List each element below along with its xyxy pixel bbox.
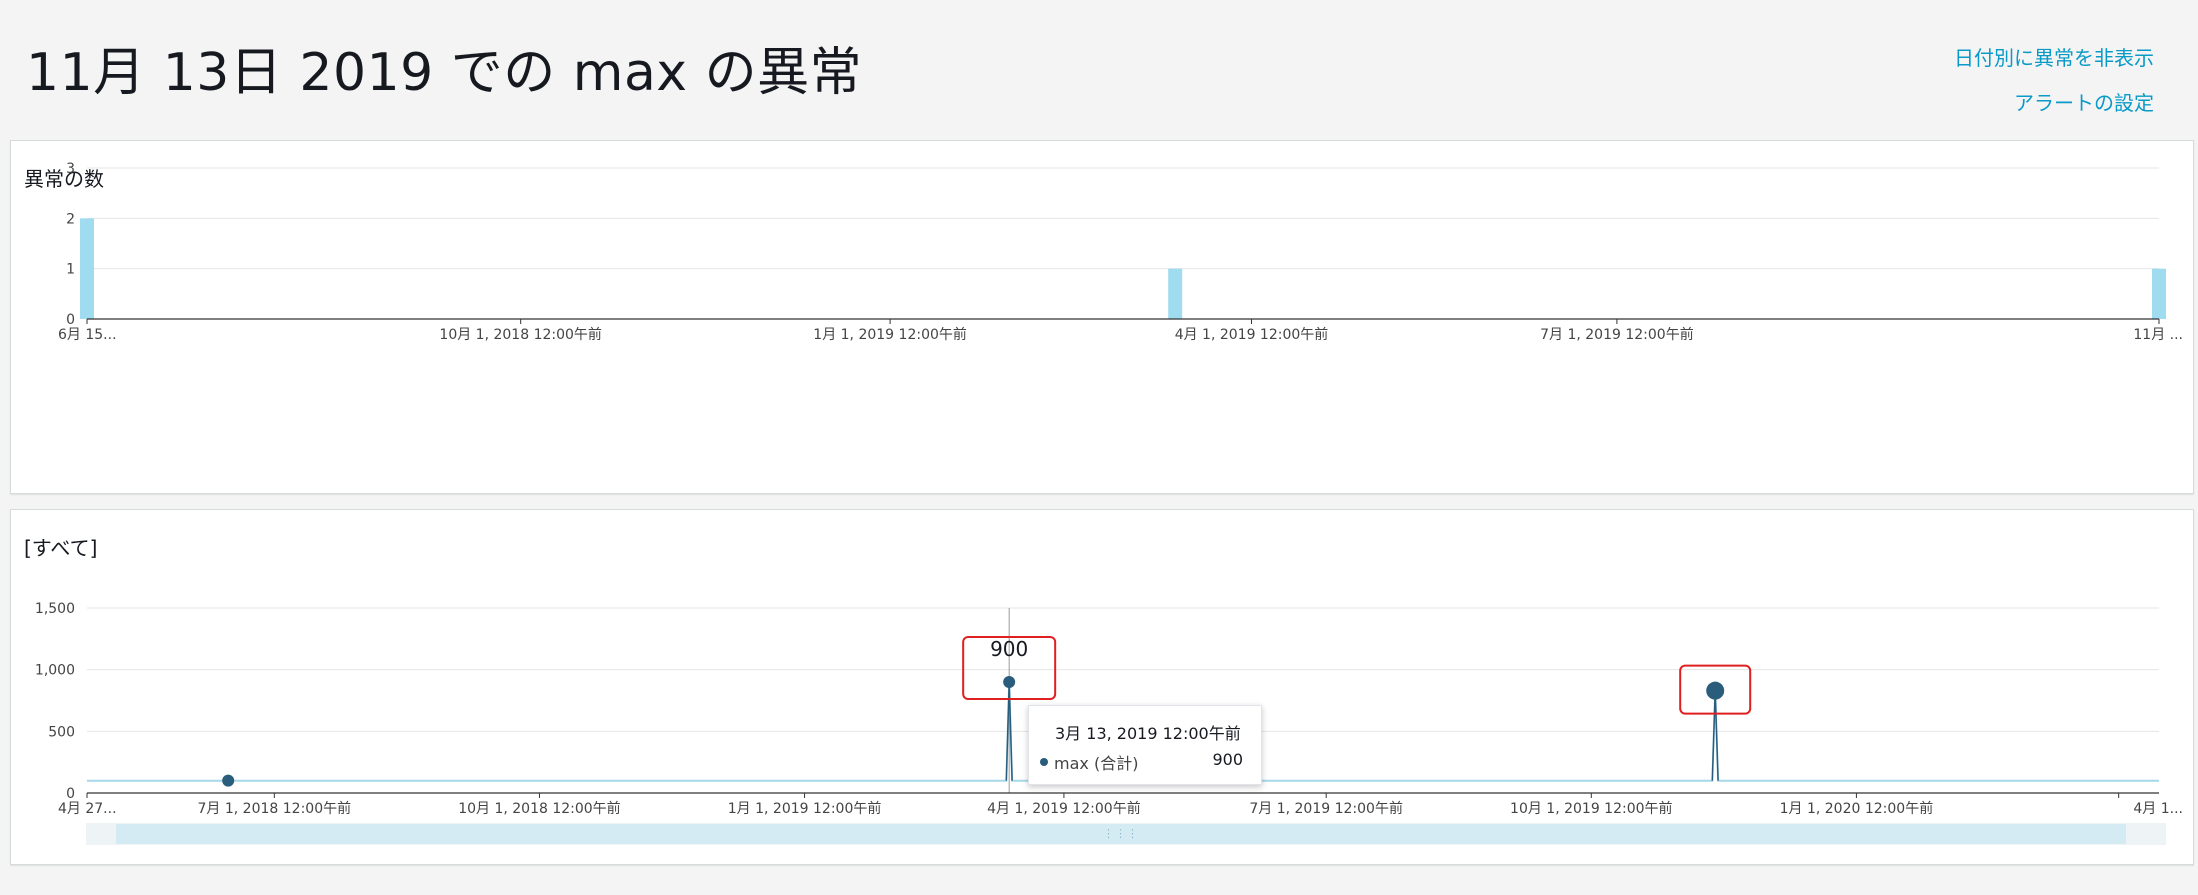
x-tick-label: 7月 1, 2018 12:00午前 <box>198 800 352 817</box>
x-tick-label: 1月 1, 2019 12:00午前 <box>728 800 882 817</box>
tooltip-series-dot-icon <box>1040 758 1048 766</box>
anomaly-point <box>1706 681 1725 700</box>
anomaly-count-bar <box>1168 268 1183 319</box>
metric-panel: [すべて] 0 500 1,000 1,500 900 4月 27... 7月 1, 201… <box>10 509 2194 865</box>
x-tick-label: 4月 1, 2019 12:00午前 <box>1175 326 1329 343</box>
hide-anomalies-by-date-link[interactable]: 日付別に異常を非表示 <box>1954 42 2154 71</box>
page-title: 11月 13日 2019 での max の異常 <box>26 43 863 103</box>
anomaly-count-bar <box>80 218 94 319</box>
x-tick-label: 4月 1, 2019 12:00午前 <box>987 800 1141 817</box>
page-header: 11月 13日 2019 での max の異常 日付別に異常を非表示 アラートの… <box>0 0 2198 140</box>
y-tick-label: 3 <box>66 161 75 177</box>
x-tick-label: 7月 1, 2019 12:00午前 <box>1540 326 1694 343</box>
x-tick-label: 10月 1, 2018 12:00午前 <box>458 800 621 817</box>
data-value-label: 900 <box>990 637 1028 661</box>
anomaly-point <box>1003 676 1016 688</box>
x-tick-label: 7月 1, 2019 12:00午前 <box>1249 800 1403 817</box>
anomaly-count-panel: 異常の数 0 1 2 3 6月 15... 10月 1, 2018 12:00午前 1月 1… <box>10 140 2194 494</box>
y-tick-label: 1,500 <box>35 601 75 617</box>
anomaly-spike-line <box>1711 690 1719 781</box>
x-tick-label: 4月 27... <box>58 801 117 817</box>
x-tick-label: 4月 1... <box>2133 801 2183 817</box>
tooltip-series-name: max (合計) <box>1054 754 1139 773</box>
y-tick-label: 500 <box>48 724 75 740</box>
y-tick-label: 1,000 <box>35 663 75 679</box>
x-tick-label: 6月 15... <box>58 327 117 343</box>
x-tick-label: 11月 ... <box>2133 327 2183 343</box>
y-tick-label: 0 <box>66 312 75 328</box>
chart-tooltip: 3月 13, 2019 12:00午前 max (合計) 900 <box>1028 705 1262 785</box>
x-tick-label: 1月 1, 2019 12:00午前 <box>813 326 967 343</box>
x-tick-label: 1月 1, 2020 12:00午前 <box>1780 800 1934 817</box>
anomaly-point <box>222 774 235 787</box>
tooltip-value: 900 <box>1212 750 1243 769</box>
x-tick-label: 10月 1, 2019 12:00午前 <box>1510 800 1673 817</box>
alert-settings-link[interactable]: アラートの設定 <box>2014 87 2154 116</box>
metric-line-chart: 0 500 1,000 1,500 900 4月 27... 7月 1, 2018 12:0… <box>35 601 2183 817</box>
anomaly-count-bar <box>2152 268 2166 319</box>
time-range-scrollbar-thumb[interactable]: ⋮⋮⋮ <box>116 824 2126 844</box>
anomaly-count-chart: 0 1 2 3 6月 15... 10月 1, 2018 12:00午前 1月 1, 201… <box>58 161 2183 343</box>
y-tick-label: 1 <box>66 262 75 278</box>
y-tick-label: 2 <box>66 211 75 227</box>
tooltip-date: 3月 13, 2019 12:00午前 <box>1055 724 1241 743</box>
x-tick-label: 10月 1, 2018 12:00午前 <box>439 326 602 343</box>
grip-icon: ⋮⋮⋮ <box>1103 827 1139 840</box>
y-tick-label: 0 <box>66 786 75 802</box>
